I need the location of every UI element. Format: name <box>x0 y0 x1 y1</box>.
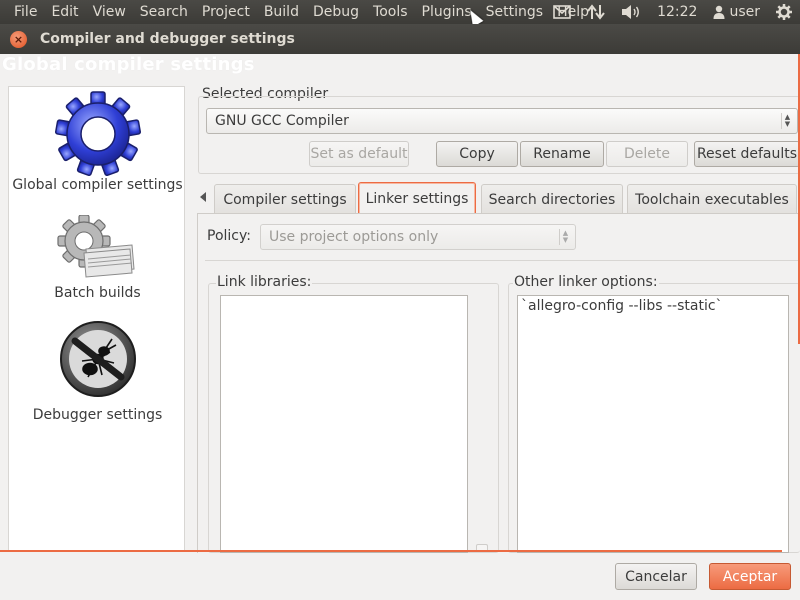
link-libraries-label: Link libraries: <box>216 274 313 290</box>
policy-select[interactable]: Use project options only ▲ ▼ <box>260 224 576 250</box>
set-default-button[interactable]: Set as default <box>309 141 409 167</box>
delete-button[interactable]: Delete <box>606 141 688 167</box>
compiler-select[interactable]: GNU GCC Compiler ▲ ▼ <box>206 108 798 134</box>
other-linker-options-textarea[interactable]: `allegro-config --libs --static` <box>517 295 789 553</box>
power-gear-icon[interactable] <box>768 0 800 24</box>
combo-arrows-icon: ▲ ▼ <box>781 113 793 129</box>
tab-linker-settings[interactable]: Linker settings <box>358 182 476 214</box>
user-menu[interactable]: user <box>705 0 768 24</box>
policy-select-value: Use project options only <box>269 229 439 245</box>
sidebar-item-label: Debugger settings <box>32 407 163 423</box>
settings-category-list: Global compiler settings Batch builds De… <box>8 86 185 552</box>
cancel-button[interactable]: Cancelar <box>615 563 697 590</box>
page-heading: Global compiler settings <box>2 54 255 75</box>
menu-view[interactable]: View <box>86 0 133 24</box>
menu-project[interactable]: Project <box>195 0 257 24</box>
link-libraries-list[interactable] <box>220 295 468 553</box>
policy-label: Policy: <box>207 228 251 244</box>
tab-scroll-left-icon[interactable] <box>200 192 206 202</box>
menu-build[interactable]: Build <box>257 0 306 24</box>
menu-file[interactable]: File <box>0 0 44 24</box>
batch-builds-icon <box>56 215 135 278</box>
window-title: Compiler and debugger settings <box>40 31 295 47</box>
other-linker-options-label: Other linker options: <box>513 274 659 290</box>
sidebar-item-label: Global compiler settings <box>12 177 183 193</box>
sidebar-item-global-compiler[interactable]: Global compiler settings <box>9 91 186 193</box>
footer-separator <box>0 550 782 552</box>
window-close-button[interactable]: × <box>10 30 27 48</box>
tab-toolchain-executables[interactable]: Toolchain executables <box>627 184 797 214</box>
clock[interactable]: 12:22 <box>649 0 705 24</box>
settings-dialog: Global compiler settings Global compiler… <box>0 54 800 600</box>
menu-tools[interactable]: Tools <box>366 0 415 24</box>
compiler-select-value: GNU GCC Compiler <box>215 113 349 129</box>
copy-button[interactable]: Copy <box>436 141 518 167</box>
application-menubar: File Edit View Search Project Build Debu… <box>0 0 800 24</box>
gear-icon <box>54 91 141 177</box>
menu-settings[interactable]: Settings <box>479 0 550 24</box>
other-linker-options-value: `allegro-config --libs --static` <box>521 298 723 314</box>
no-bug-icon <box>59 321 136 397</box>
mail-icon[interactable] <box>545 0 579 24</box>
menu-debug[interactable]: Debug <box>306 0 366 24</box>
system-indicators: 12:22 user <box>545 0 800 24</box>
sidebar-item-debugger[interactable]: Debugger settings <box>9 319 186 423</box>
volume-icon[interactable] <box>613 0 649 24</box>
menu-search[interactable]: Search <box>133 0 195 24</box>
reset-defaults-button[interactable]: Reset defaults <box>694 141 800 167</box>
tab-compiler-settings[interactable]: Compiler settings <box>214 184 356 214</box>
network-icon[interactable] <box>579 0 613 24</box>
separator <box>205 260 800 261</box>
close-icon: × <box>13 32 24 46</box>
combo-arrows-icon: ▲ ▼ <box>559 229 571 245</box>
tab-search-directories[interactable]: Search directories <box>481 184 623 214</box>
window-titlebar[interactable]: × Compiler and debugger settings <box>0 24 800 54</box>
sidebar-item-batch-builds[interactable]: Batch builds <box>9 215 186 301</box>
menu-edit[interactable]: Edit <box>44 0 85 24</box>
user-name: user <box>729 4 760 20</box>
rename-button[interactable]: Rename <box>520 141 604 167</box>
user-icon <box>713 5 725 19</box>
accept-button[interactable]: Aceptar <box>709 563 791 590</box>
sidebar-item-label: Batch builds <box>54 285 141 301</box>
